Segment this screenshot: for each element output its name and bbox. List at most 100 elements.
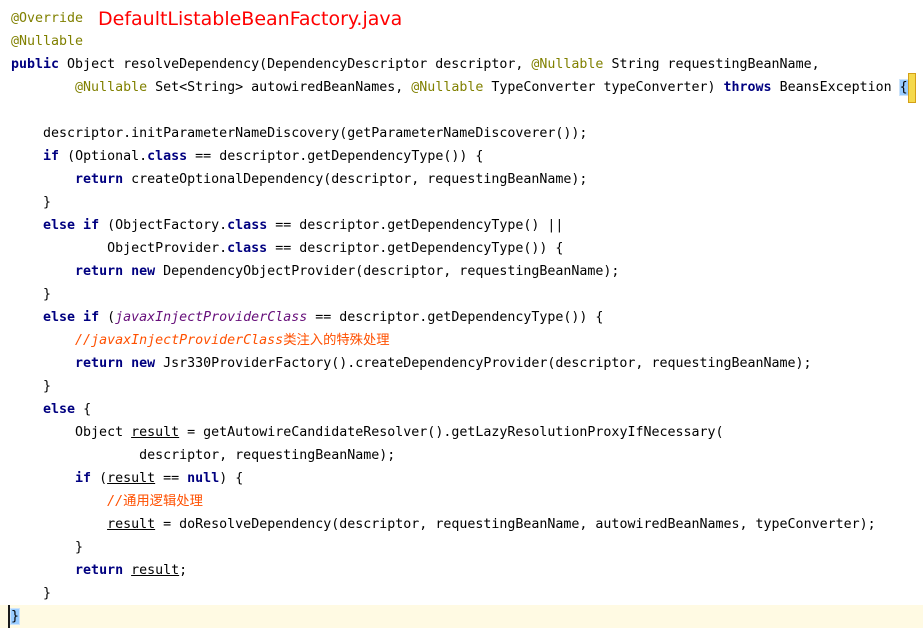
code-token: createOptionalDependency(descriptor, req… [131,172,588,187]
code-token: javaxInjectProviderClass [115,310,308,325]
code-token: return new [75,264,164,279]
code-token: descriptor.initParameterNameDiscovery(ge… [11,126,588,141]
code-token: @Nullable [411,80,484,95]
code-token: == descriptor.getDependencyType() || [275,218,564,233]
code-token: 通用逻辑处理 [123,494,203,509]
code-token: DependencyObjectProvider(descriptor, req… [163,264,620,279]
code-line[interactable]: Object result = getAutowireCandidateReso… [0,421,923,444]
code-line[interactable]: descriptor.initParameterNameDiscovery(ge… [0,122,923,145]
code-token: Jsr330ProviderFactory().createDependency… [163,356,812,371]
code-line[interactable]: //通用逻辑处理 [0,490,923,513]
scrollbar-warning-marker[interactable] [908,73,916,103]
code-token: Object [11,425,132,440]
code-line[interactable]: } [0,605,923,628]
code-line[interactable]: //javaxInjectProviderClass类注入的特殊处理 [0,329,923,352]
code-token: ) { [219,471,244,486]
code-token: == descriptor.getDependencyType()) { [195,149,484,164]
code-line[interactable]: else { [0,398,923,421]
code-token: } [11,287,52,302]
code-token: == [155,471,188,486]
code-token: 类注入的特殊处理 [283,333,390,348]
code-line[interactable]: public Object resolveDependency(Dependen… [0,53,923,76]
code-token: // [107,494,124,509]
code-token: @Nullable [531,57,604,72]
code-token: { [83,402,92,417]
code-token: else [43,402,84,417]
code-line[interactable]: descriptor, requestingBeanName); [0,444,923,467]
code-editor[interactable]: @Override @Nullable public Object resolveD… [0,0,923,633]
code-token: class [227,218,276,233]
code-token: descriptor, requestingBeanName); [11,448,396,463]
caret-line-marker [8,605,17,628]
code-token: ObjectProvider. [11,241,228,256]
code-token: null [187,471,220,486]
file-title-annotation: DefaultListableBeanFactory.java [98,8,403,30]
code-token: class [227,241,276,256]
code-token: public [11,57,68,72]
code-line[interactable]: @Nullable Set<String> autowiredBeanNames… [0,76,923,99]
code-line[interactable]: } [0,582,923,605]
code-token: else if [43,310,108,325]
code-token: ; [179,563,188,578]
code-token: result [107,517,156,532]
code-line[interactable]: return createOptionalDependency(descript… [0,168,923,191]
code-token: return [75,172,132,187]
code-token: @Nullable [11,34,84,49]
code-line[interactable] [0,99,923,122]
code-token: Set<String> autowiredBeanNames, [147,80,412,95]
code-token: (Optional. [67,149,148,164]
code-token: } [11,586,52,601]
code-token: } [11,540,84,555]
code-token: = doResolveDependency(descriptor, reques… [155,517,876,532]
code-token: return [75,563,132,578]
code-token: result [107,471,156,486]
code-token: ( [99,471,108,486]
code-token: Object resolveDependency(DependencyDescr… [67,57,532,72]
code-token: { [898,79,909,96]
code-line[interactable]: else if (ObjectFactory.class == descript… [0,214,923,237]
code-token: } [11,195,52,210]
code-line[interactable]: ObjectProvider.class == descriptor.getDe… [0,237,923,260]
code-token: if [43,149,68,164]
code-token: @Nullable [75,80,148,95]
code-line[interactable]: else if (javaxInjectProviderClass == des… [0,306,923,329]
code-token: return new [75,356,164,371]
code-token: == descriptor.getDependencyType()) { [275,241,564,256]
code-token: == descriptor.getDependencyType()) { [307,310,604,325]
code-line[interactable]: } [0,283,923,306]
code-token: @Override [11,11,84,26]
code-line[interactable]: } [0,191,923,214]
code-token: //javaxInjectProviderClass [75,333,284,348]
code-line[interactable]: result = doResolveDependency(descriptor,… [0,513,923,536]
code-token: if [75,471,100,486]
code-line[interactable]: return new DependencyObjectProvider(desc… [0,260,923,283]
code-token: BeansException [779,80,900,95]
code-token: ( [107,310,116,325]
code-line[interactable]: if (Optional.class == descriptor.getDepe… [0,145,923,168]
code-token: class [147,149,196,164]
code-line[interactable]: } [0,375,923,398]
code-token: (ObjectFactory. [107,218,228,233]
code-line[interactable]: if (result == null) { [0,467,923,490]
code-token: result [131,425,180,440]
code-token: else if [43,218,108,233]
code-line[interactable]: return new Jsr330ProviderFactory().creat… [0,352,923,375]
code-token: String requestingBeanName, [603,57,820,72]
code-line[interactable]: @Nullable [0,30,923,53]
code-line[interactable]: } [0,536,923,559]
code-line[interactable]: return result; [0,559,923,582]
code-token: throws [723,80,780,95]
